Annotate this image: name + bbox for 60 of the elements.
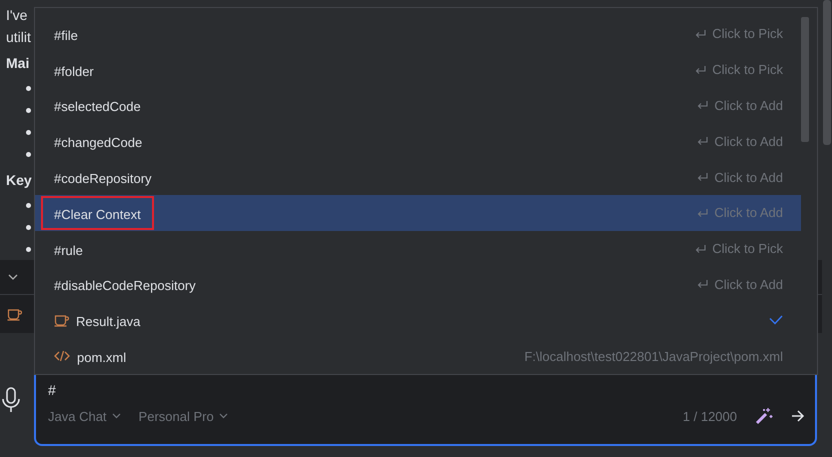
- section-heading: Mai: [6, 54, 30, 73]
- input-field[interactable]: #: [36, 375, 815, 403]
- cup-icon: [7, 307, 22, 321]
- magic-wand-icon[interactable]: [755, 407, 773, 425]
- bullet-dot: [26, 152, 31, 157]
- enter-icon: [695, 28, 708, 39]
- item-hint: Click to Add: [714, 170, 783, 185]
- item-label: #file: [53, 26, 79, 45]
- item-label: #selectedCode: [53, 98, 142, 116]
- bullet-dot: [26, 203, 31, 208]
- bullet-dot: [26, 224, 31, 230]
- file-path: F:\localhost\test022801\JavaProject\pom.xml: [524, 348, 783, 364]
- menu-item[interactable]: #changedCode Click to Add: [35, 123, 801, 160]
- item-label: Result.java: [75, 313, 142, 332]
- item-label: pom.xml: [76, 349, 128, 368]
- code-icon: [54, 350, 70, 362]
- item-label: #changedCode: [53, 134, 144, 152]
- item-hint: Click to Pick: [712, 241, 783, 256]
- menu-item[interactable]: Result.java: [35, 302, 801, 338]
- item-label: #rule: [53, 242, 84, 260]
- enter-icon: [695, 64, 708, 75]
- bullet-dot: [26, 246, 31, 252]
- paragraph-text: I've: [6, 6, 28, 25]
- menu-item[interactable]: #folder Click to Pick: [35, 52, 801, 88]
- item-label: #disableCodeRepository: [53, 277, 197, 296]
- bullet-dot: [26, 108, 31, 114]
- character-counter: 1 / 12000: [682, 408, 737, 424]
- menu-item[interactable]: #file Click to Pick: [35, 16, 801, 52]
- enter-icon: [697, 208, 710, 218]
- chevron-icon: [218, 413, 228, 419]
- item-label: #codeRepository: [53, 170, 153, 188]
- enter-icon: [697, 100, 710, 110]
- scrollbar[interactable]: [823, 0, 831, 145]
- send-icon[interactable]: [791, 410, 805, 422]
- bullet-dot: [26, 130, 31, 135]
- menu-item[interactable]: #codeRepository Click to Add: [35, 159, 801, 195]
- chevron-icon: [112, 413, 121, 419]
- menu-item[interactable]: #Clear Context Click to Add: [35, 194, 801, 231]
- menu-item[interactable]: pom.xml F:\localhost\test022801\JavaProject\pom.xml: [35, 338, 801, 374]
- item-hint: Click to Add: [714, 134, 783, 149]
- enter-icon: [697, 279, 710, 290]
- paragraph-text: utilit: [6, 28, 31, 47]
- item-hint: Click to Add: [714, 276, 783, 292]
- item-hint: Click to Pick: [712, 26, 783, 42]
- item-hint: Click to Pick: [712, 62, 783, 78]
- item-hint: Click to Add: [714, 205, 783, 220]
- section-heading: Key: [6, 170, 32, 190]
- enter-icon: [695, 244, 708, 254]
- bullet-dot: [26, 86, 31, 92]
- scrollbar[interactable]: [801, 17, 809, 142]
- cup-icon: [54, 313, 69, 328]
- item-label: #Clear Context: [41, 196, 154, 230]
- microphone-icon[interactable]: [2, 387, 20, 413]
- menu-item[interactable]: #disableCodeRepository Click to Add: [35, 266, 801, 302]
- menu-item[interactable]: #selectedCode Click to Add: [35, 88, 801, 124]
- enter-icon: [697, 172, 710, 182]
- item-hint: Click to Add: [714, 98, 783, 113]
- menu-item[interactable]: #rule Click to Pick: [35, 230, 801, 267]
- enter-icon: [697, 136, 710, 146]
- item-label: #folder: [53, 62, 95, 81]
